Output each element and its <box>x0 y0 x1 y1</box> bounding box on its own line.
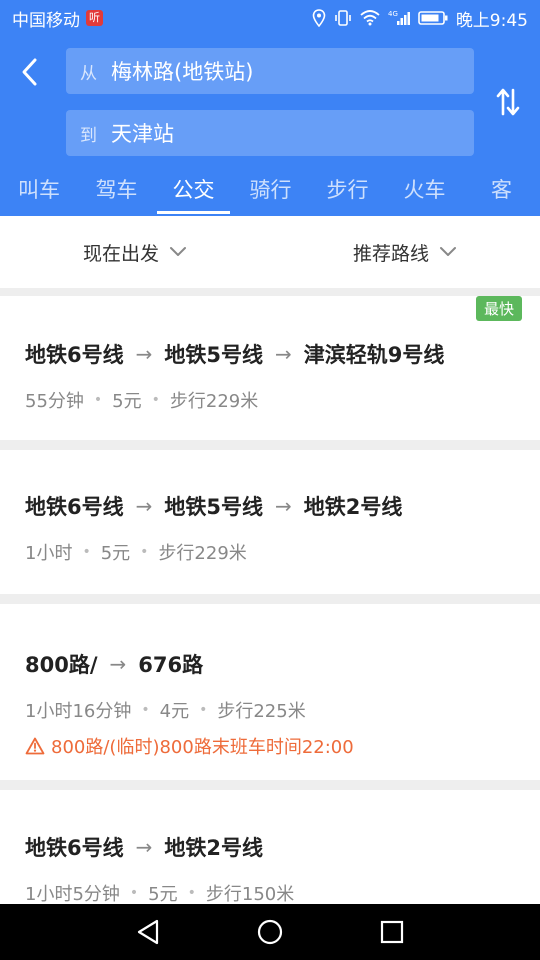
separator-dot: • <box>140 544 149 560</box>
nav-recents-button[interactable] <box>376 916 408 948</box>
arrow-right-icon: → <box>135 494 153 518</box>
swap-direction-button[interactable] <box>494 84 522 120</box>
circle-home-icon <box>257 919 283 945</box>
route-meta: 55分钟 • 5元 • 步行229米 <box>25 387 540 413</box>
filter-bar: 现在出发 推荐路线 <box>0 216 540 288</box>
route-duration: 55分钟 <box>25 391 84 412</box>
arrow-right-icon: → <box>135 835 153 859</box>
warning-triangle-icon <box>25 737 45 755</box>
route-segment: 地铁5号线 <box>164 343 264 367</box>
fastest-badge: 最快 <box>475 296 522 321</box>
route-card[interactable]: 最快 地铁6号线 → 地铁5号线 → 津滨轻轨9号线 55分钟 • 5元 • 步… <box>0 296 540 440</box>
tab-taxi[interactable]: 叫车 <box>0 172 78 216</box>
tab-transit[interactable]: 公交 <box>155 172 232 216</box>
separator-dot: • <box>129 885 139 901</box>
route-duration: 1小时16分钟 <box>25 701 132 722</box>
route-search-header: 从 梅林路(地铁站) 到 天津站 叫车 驾车 公交 骑行 步行 火车 客 <box>0 36 540 216</box>
origin-field[interactable]: 从 梅林路(地铁站) <box>66 48 474 94</box>
route-segment: 地铁6号线 <box>25 836 124 860</box>
tab-drive[interactable]: 驾车 <box>78 172 155 216</box>
chevron-down-icon <box>439 246 457 258</box>
route-segment: 676路 <box>138 653 204 677</box>
tab-train[interactable]: 火车 <box>386 172 463 216</box>
listen-badge-icon: 听 <box>86 10 103 26</box>
route-title: 地铁6号线 → 地铁2号线 <box>25 832 540 862</box>
carrier-name: 中国移动 <box>12 10 80 31</box>
location-icon <box>312 9 326 27</box>
route-list: 最快 地铁6号线 → 地铁5号线 → 津滨轻轨9号线 55分钟 • 5元 • 步… <box>0 296 540 940</box>
arrow-right-icon: → <box>275 342 292 366</box>
route-walk-distance: 步行229米 <box>169 391 259 412</box>
network-type-label: 4G <box>388 10 398 18</box>
route-title: 地铁6号线 → 地铁5号线 → 地铁2号线 <box>25 491 540 521</box>
destination-field[interactable]: 到 天津站 <box>66 110 474 156</box>
separator-dot: • <box>93 392 103 408</box>
route-segment: 地铁6号线 <box>25 343 124 367</box>
route-sort-label: 推荐路线 <box>352 242 429 265</box>
tab-coach[interactable]: 客 <box>463 172 540 216</box>
separator-dot: • <box>82 544 91 560</box>
route-price: 4元 <box>159 701 190 722</box>
route-walk-distance: 步行150米 <box>205 884 295 905</box>
system-nav-bar <box>0 904 540 960</box>
destination-value: 天津站 <box>111 122 174 146</box>
swap-arrows-icon <box>496 88 520 116</box>
destination-prefix: 到 <box>80 125 97 146</box>
separator-dot: • <box>187 885 196 901</box>
route-meta: 1小时 • 5元 • 步行229米 <box>25 539 540 565</box>
vibrate-icon <box>334 10 352 26</box>
clock-time: 晚上9:45 <box>455 10 528 31</box>
route-sort-filter[interactable]: 推荐路线 <box>270 216 540 288</box>
tab-bike[interactable]: 骑行 <box>232 172 309 216</box>
route-price: 5元 <box>148 884 178 905</box>
route-segment: 地铁6号线 <box>25 495 124 519</box>
back-arrow-icon <box>22 58 37 86</box>
arrow-right-icon: → <box>109 652 127 676</box>
route-meta: 1小时5分钟 • 5元 • 步行150米 <box>25 880 540 906</box>
route-duration: 1小时5分钟 <box>25 884 120 905</box>
departure-time-filter[interactable]: 现在出发 <box>0 216 270 288</box>
route-warning-text: 800路/(临时)800路末班车时间22:00 <box>51 737 354 758</box>
route-meta: 1小时16分钟 • 4元 • 步行225米 <box>25 697 540 723</box>
transport-mode-tabs: 叫车 驾车 公交 骑行 步行 火车 客 <box>0 172 540 216</box>
separator-dot: • <box>151 392 160 408</box>
route-segment: 地铁2号线 <box>164 836 264 860</box>
route-card[interactable]: 800路/ → 676路 1小时16分钟 • 4元 • 步行225米 800路/… <box>0 604 540 780</box>
route-title: 800路/ → 676路 <box>25 649 540 679</box>
back-button[interactable] <box>14 54 44 90</box>
triangle-back-icon <box>137 919 159 945</box>
departure-time-label: 现在出发 <box>82 242 159 265</box>
route-price: 5元 <box>100 543 131 564</box>
route-walk-distance: 步行229米 <box>158 543 247 564</box>
tab-walk[interactable]: 步行 <box>309 172 386 216</box>
route-segment: 地铁5号线 <box>164 495 264 519</box>
route-duration: 1小时 <box>25 543 73 564</box>
battery-icon <box>418 10 448 26</box>
route-warning: 800路/(临时)800路末班车时间22:00 <box>25 733 540 759</box>
origin-prefix: 从 <box>80 63 97 84</box>
route-segment: 800路/ <box>25 653 98 677</box>
arrow-right-icon: → <box>135 342 153 366</box>
route-card[interactable]: 地铁6号线 → 地铁5号线 → 地铁2号线 1小时 • 5元 • 步行229米 <box>0 450 540 594</box>
status-bar: 中国移动 听 4G 晚上9:45 <box>0 0 540 36</box>
route-segment: 津滨轻轨9号线 <box>303 343 445 367</box>
arrow-right-icon: → <box>275 494 292 518</box>
origin-value: 梅林路(地铁站) <box>111 60 254 84</box>
separator-dot: • <box>199 702 208 718</box>
signal-icon: 4G <box>388 10 410 26</box>
route-segment: 地铁2号线 <box>303 495 403 519</box>
nav-back-button[interactable] <box>132 916 164 948</box>
wifi-icon <box>360 10 380 26</box>
nav-home-button[interactable] <box>254 916 286 948</box>
square-recents-icon <box>380 920 404 944</box>
route-price: 5元 <box>112 391 142 412</box>
separator-dot: • <box>141 702 150 718</box>
chevron-down-icon <box>169 246 187 258</box>
route-walk-distance: 步行225米 <box>217 701 306 722</box>
route-title: 地铁6号线 → 地铁5号线 → 津滨轻轨9号线 <box>25 339 540 369</box>
